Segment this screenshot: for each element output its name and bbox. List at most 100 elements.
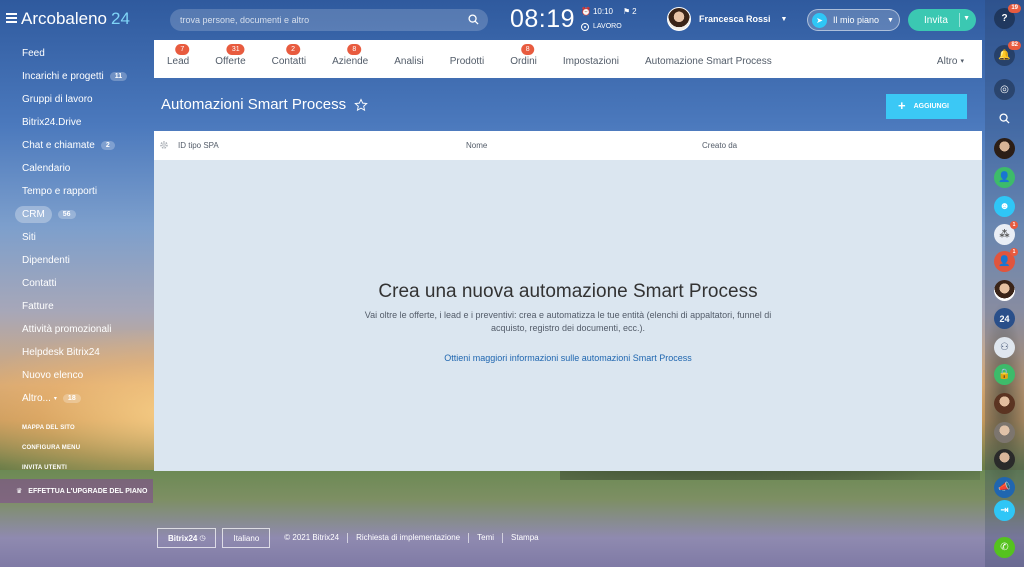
- empty-state-heading: Crea una nuova automazione Smart Process: [378, 281, 758, 302]
- empty-state: Crea una nuova automazione Smart Process…: [154, 160, 982, 471]
- support-icon[interactable]: ☻: [994, 196, 1015, 217]
- alarm-time: 10:10: [592, 7, 613, 16]
- sidebar-item-label: Contatti: [22, 278, 57, 289]
- contact-avatar[interactable]: [994, 138, 1015, 159]
- sidebar-item-sites[interactable]: Siti: [0, 226, 153, 249]
- search-icon[interactable]: [468, 14, 479, 25]
- learn-more-link[interactable]: Ottieni maggiori informazioni sulle auto…: [154, 353, 982, 363]
- add-label: AGGIUNGI: [913, 103, 949, 110]
- column-header-name[interactable]: Nome: [466, 141, 487, 150]
- app-logo[interactable]: Arcobaleno 24: [21, 9, 130, 29]
- exit-icon[interactable]: ⇥: [994, 500, 1015, 521]
- avatar: [667, 7, 691, 31]
- counter-badge: 82: [1008, 41, 1021, 50]
- tab-more[interactable]: Altro ▾: [924, 40, 982, 78]
- contact-avatar[interactable]: [994, 393, 1015, 414]
- language-selector[interactable]: Italiano: [222, 528, 271, 548]
- sidebar-item-workgroups[interactable]: Gruppi di lavoro: [0, 88, 153, 111]
- hamburger-menu-icon[interactable]: [6, 13, 17, 23]
- sidebar-item-invoices[interactable]: Fatture: [0, 295, 153, 318]
- column-header-created-by[interactable]: Creato da: [702, 141, 737, 150]
- column-header-id[interactable]: ID tipo SPA: [178, 141, 219, 150]
- print-link[interactable]: Stampa: [502, 533, 547, 543]
- tab-analytics[interactable]: Analisi: [381, 40, 436, 78]
- sidebar-item-chat[interactable]: Chat e chiamate 2: [0, 134, 153, 157]
- flag-icon: ⚑: [623, 7, 631, 16]
- footer-logo-text: Bitrix24: [168, 533, 198, 543]
- themes-link[interactable]: Temi: [468, 533, 502, 543]
- contact-avatar[interactable]: [994, 422, 1015, 443]
- sidebar-item-new-list[interactable]: Nuovo elenco: [0, 364, 153, 387]
- sitemap-link[interactable]: MAPPA DEL SITO: [0, 418, 153, 438]
- lock-icon[interactable]: 🔒: [994, 364, 1015, 385]
- contact-avatar[interactable]: [994, 449, 1015, 470]
- megaphone-icon[interactable]: 📣: [994, 477, 1015, 498]
- bell-icon[interactable]: 🔔 82: [994, 41, 1021, 66]
- bitrix24-logo[interactable]: Bitrix24 ◷: [157, 528, 217, 548]
- search-box[interactable]: [170, 9, 488, 31]
- work-status-icon: [581, 22, 589, 31]
- implementation-request-link[interactable]: Richiesta di implementazione: [347, 533, 468, 543]
- page-title-text: Automazioni Smart Process: [161, 96, 347, 113]
- tab-smart-process-automation[interactable]: Automazione Smart Process: [632, 40, 785, 78]
- phone-icon[interactable]: ✆: [994, 537, 1015, 558]
- counter-badge: 56: [57, 210, 76, 219]
- tab-products[interactable]: Prodotti: [437, 40, 497, 78]
- sidebar-item-calendar[interactable]: Calendario: [0, 157, 153, 180]
- contact-avatar[interactable]: [994, 280, 1015, 301]
- sidebar-item-label: Dipendenti: [22, 255, 70, 266]
- help-icon[interactable]: ? 19: [994, 4, 1021, 29]
- tab-label: Offerte: [215, 55, 246, 67]
- clock-info[interactable]: ⏰ 10:10 ⚑ 2 LAVORO: [581, 6, 637, 32]
- add-button[interactable]: + AGGIUNGI: [886, 94, 967, 119]
- team-icon[interactable]: ⚇: [994, 337, 1015, 358]
- bitrix24-icon[interactable]: 24: [994, 308, 1015, 329]
- sidebar-item-label: Gruppi di lavoro: [22, 94, 93, 105]
- chevron-down-icon[interactable]: ▼: [963, 15, 970, 22]
- tab-companies[interactable]: 8 Aziende: [319, 40, 381, 78]
- sidebar-item-feed[interactable]: Feed: [0, 42, 153, 65]
- star-icon[interactable]: [354, 97, 368, 112]
- clock-icon: ◷: [199, 535, 206, 542]
- app-title-number: 24: [111, 9, 130, 28]
- invite-button[interactable]: Invita ▼: [908, 9, 976, 31]
- user-menu[interactable]: Francesca Rossi ▼: [667, 7, 787, 31]
- gear-icon[interactable]: [159, 140, 169, 150]
- sidebar-item-marketing[interactable]: Attività promozionali: [0, 318, 153, 341]
- tab-label: Impostazioni: [562, 55, 620, 67]
- crown-icon: ♛: [16, 488, 23, 495]
- tab-contacts[interactable]: 2 Contatti: [259, 40, 319, 78]
- chevron-down-icon: ▾: [960, 58, 964, 65]
- upgrade-plan-button[interactable]: ♛ EFFETTUA L'UPGRADE DEL PIANO: [0, 479, 153, 503]
- sidebar-item-crm[interactable]: CRM 56: [0, 203, 153, 226]
- tab-lead[interactable]: 7 Lead: [154, 40, 202, 78]
- chat-icon[interactable]: ◎: [994, 79, 1015, 100]
- sidebar-item-employees[interactable]: Dipendenti: [0, 249, 153, 272]
- tab-deals[interactable]: 31 Offerte: [202, 40, 258, 78]
- group-icon[interactable]: ⁂ 1: [994, 221, 1018, 245]
- rocket-icon: ➤: [812, 12, 827, 28]
- my-plan-button[interactable]: ➤ Il mio piano ▼: [807, 9, 900, 31]
- counter-badge: 1: [1010, 221, 1018, 229]
- sidebar-item-label: Feed: [22, 48, 45, 59]
- tab-settings[interactable]: Impostazioni: [550, 40, 632, 78]
- counter-badge: 31: [226, 44, 245, 55]
- sidebar-item-helpdesk[interactable]: Helpdesk Bitrix24: [0, 341, 153, 364]
- search-input[interactable]: [170, 9, 450, 31]
- sidebar-item-drive[interactable]: Bitrix24.Drive: [0, 111, 153, 134]
- sidebar-item-contacts[interactable]: Contatti: [0, 272, 153, 295]
- sidebar-item-label: Siti: [22, 232, 36, 243]
- sidebar-item-label: Fatture: [22, 301, 54, 312]
- clock-time[interactable]: 08:19: [510, 5, 575, 34]
- user-icon[interactable]: 👤 1: [994, 248, 1018, 272]
- sidebar-item-tasks[interactable]: Incarichi e progetti 11: [0, 65, 153, 88]
- search-icon[interactable]: [994, 108, 1015, 129]
- user-icon[interactable]: 👤: [994, 167, 1015, 188]
- flag-count: 2: [632, 7, 637, 16]
- sidebar-item-more[interactable]: Altro... ▾ 18: [0, 387, 153, 410]
- sidebar-item-time-reports[interactable]: Tempo e rapporti: [0, 180, 153, 203]
- tab-orders[interactable]: 8 Ordini: [497, 40, 550, 78]
- configure-menu-link[interactable]: CONFIGURA MENU: [0, 438, 153, 458]
- counter-badge: 19: [1008, 4, 1021, 13]
- invite-users-link[interactable]: INVITA UTENTI: [0, 458, 153, 478]
